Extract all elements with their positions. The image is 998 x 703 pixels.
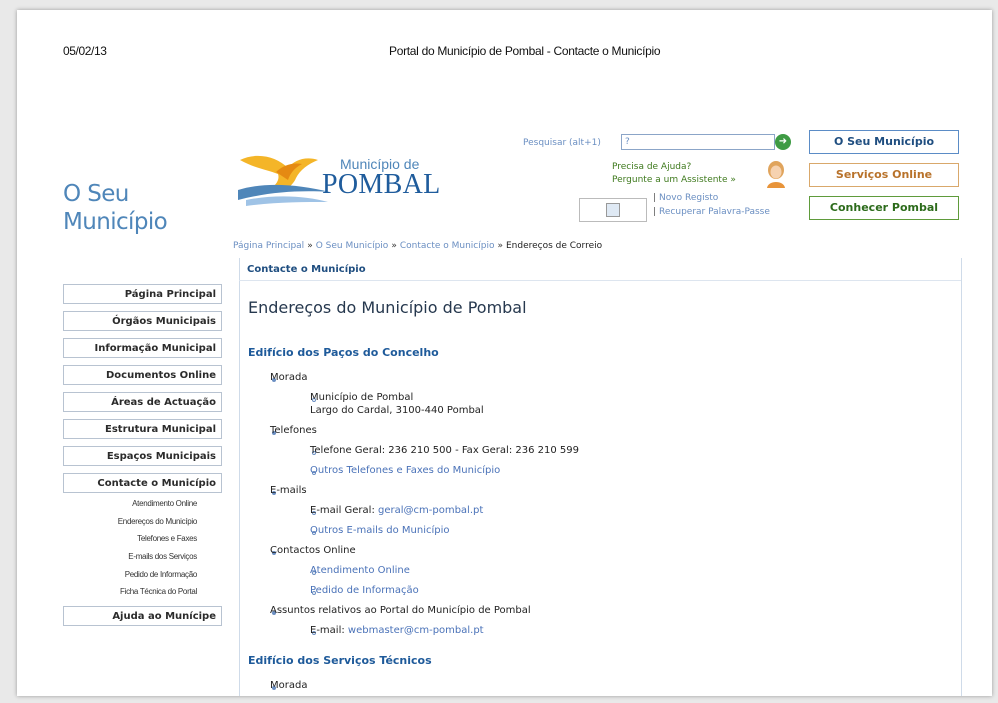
divider [239, 280, 961, 281]
list-item-assuntos: Assuntos relativos ao Portal do Municípi… [270, 605, 531, 616]
subnav-emails-servicos[interactable]: E-mails dos Serviços [128, 552, 197, 561]
address-name: Município de Pombal [310, 392, 414, 403]
email-webmaster: E-mail: webmaster@cm-pombal.pt [310, 625, 484, 636]
address-street: Largo do Cardal, 3100-440 Pombal [310, 405, 484, 416]
content-header: Contacte o Município [247, 264, 366, 275]
recover-password-link[interactable]: | Recuperar Palavra-Passe [653, 207, 770, 217]
list-item-telefones: Telefones [270, 425, 317, 436]
broken-image-icon [579, 198, 647, 222]
image-placeholder-icon [606, 203, 620, 217]
ask-assistant-link[interactable]: Pergunte a um Assistente » [612, 175, 736, 185]
list-item-contactos-online: Contactos Online [270, 545, 356, 556]
breadcrumb: Página Principal» O Seu Município» Contact… [233, 241, 602, 251]
search-input[interactable] [621, 134, 775, 150]
list-item-morada: Morada [270, 372, 308, 383]
subnav-enderecos-municipio[interactable]: Endereços do Município [118, 517, 198, 526]
online-service-link[interactable]: Atendimento Online [310, 565, 410, 576]
tab-conhecer-pombal[interactable]: Conhecer Pombal [809, 196, 959, 220]
brand-line-2: Município [63, 209, 168, 235]
nav-informacao-municipal[interactable]: Informação Municipal [63, 338, 222, 358]
breadcrumb-item[interactable]: Página Principal [233, 241, 304, 251]
new-registration-label: Novo Registo [659, 193, 719, 203]
breadcrumb-current: Endereços de Correio [505, 241, 603, 251]
section-heading-pacos-concelho: Edifício dos Paços do Concelho [248, 346, 439, 359]
breadcrumb-item[interactable]: Contacte o Município [400, 241, 495, 251]
section-heading-servicos-tecnicos: Edifício dos Serviços Técnicos [248, 654, 432, 667]
nav-pagina-principal[interactable]: Página Principal [63, 284, 222, 304]
print-header-title: Portal do Município de Pombal - Contacte… [389, 44, 661, 58]
breadcrumb-separator: » [391, 241, 397, 251]
nav-estrutura-municipal[interactable]: Estrutura Municipal [63, 419, 222, 439]
nav-espacos-municipais[interactable]: Espaços Municipais [63, 446, 222, 466]
bird-logo-icon [238, 155, 330, 206]
phone-general: Telefone Geral: 236 210 500 - Fax Geral:… [310, 445, 579, 456]
nav-orgaos-municipais[interactable]: Órgãos Municipais [63, 311, 222, 331]
other-phones-link[interactable]: Outros Telefones e Faxes do Município [310, 465, 500, 476]
subnav-pedido-informacao[interactable]: Pedido de Informação [125, 570, 198, 579]
email-webmaster-label: E-mail: [310, 625, 348, 636]
municipality-logo[interactable]: Município de POMBAL [236, 142, 456, 212]
nav-contacte-municipio[interactable]: Contacte o Município [63, 473, 222, 493]
brand-line-1: O Seu [63, 181, 129, 207]
help-question: Precisa de Ajuda? [612, 162, 692, 172]
information-request-link[interactable]: Pedido de Informação [310, 585, 419, 596]
page-title: Endereços do Município de Pombal [248, 298, 527, 317]
list-item-morada-2: Morada [270, 680, 308, 691]
breadcrumb-separator: » [497, 241, 503, 251]
email-general: E-mail Geral: geral@cm-pombal.pt [310, 505, 483, 516]
list-item-emails: E-mails [270, 485, 307, 496]
tab-servicos-online[interactable]: Serviços Online [809, 163, 959, 187]
logo-title: POMBAL [322, 169, 441, 200]
brand-heading: O Seu Município [63, 180, 168, 236]
new-registration-link[interactable]: | Novo Registo [653, 193, 718, 203]
subnav-telefones-faxes[interactable]: Telefones e Faxes [137, 534, 197, 543]
nav-ajuda-municipe[interactable]: Ajuda ao Munícipe [63, 606, 222, 626]
email-webmaster-link[interactable]: webmaster@cm-pombal.pt [348, 625, 484, 636]
nav-areas-actuacao[interactable]: Áreas de Actuação [63, 392, 222, 412]
printed-page: 05/02/13 Portal do Município de Pombal -… [17, 10, 992, 696]
subnav-ficha-tecnica[interactable]: Ficha Técnica do Portal [120, 587, 197, 596]
email-general-link[interactable]: geral@cm-pombal.pt [378, 505, 483, 516]
recover-password-label: Recuperar Palavra-Passe [659, 207, 770, 217]
email-general-label: E-mail Geral: [310, 505, 378, 516]
assistant-avatar-icon[interactable] [765, 160, 787, 188]
arrow-right-circle-icon[interactable]: ➜ [775, 134, 791, 150]
print-date: 05/02/13 [63, 44, 107, 58]
breadcrumb-item[interactable]: O Seu Município [316, 241, 389, 251]
other-emails-link[interactable]: Outros E-mails do Município [310, 525, 450, 536]
search-label: Pesquisar (alt+1) [523, 138, 601, 148]
nav-documentos-online[interactable]: Documentos Online [63, 365, 222, 385]
tab-o-seu-municipio[interactable]: O Seu Município [809, 130, 959, 154]
subnav-atendimento-online[interactable]: Atendimento Online [132, 499, 197, 508]
breadcrumb-separator: » [307, 241, 313, 251]
